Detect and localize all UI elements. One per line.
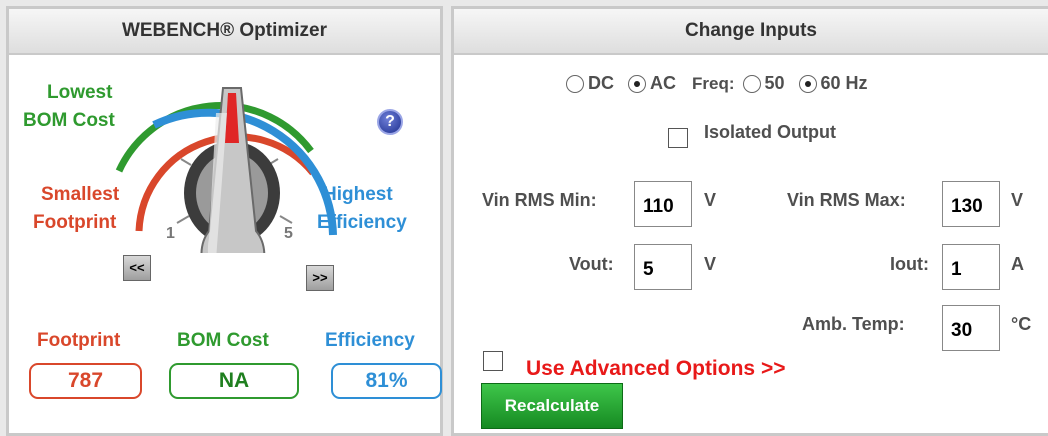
vout-unit: V (704, 254, 717, 274)
tick-mark (279, 215, 293, 224)
dc-radio[interactable] (566, 74, 584, 93)
tick-mark (176, 215, 190, 224)
vin-min-label: Vin RMS Min: (482, 190, 597, 210)
isolated-output-label: Isolated Output (704, 122, 836, 142)
efficiency-metric-label: Efficiency (325, 330, 415, 351)
vin-max-unit: V (1011, 190, 1024, 210)
vin-max-label: Vin RMS Max: (787, 190, 906, 210)
amb-temp-input[interactable]: 30 (942, 305, 1000, 351)
lowest-bom-label: Lowest (47, 79, 112, 107)
iout-unit: A (1011, 254, 1024, 274)
footprint-metric-label: Footprint (37, 330, 121, 351)
advanced-options-checkbox[interactable] (483, 351, 503, 371)
freq-50-radio[interactable] (742, 74, 761, 93)
vin-min-input[interactable]: 110 (634, 181, 692, 227)
footprint-value: 787 (29, 363, 142, 399)
decrease-button[interactable]: << (123, 255, 151, 281)
highest-label-line1: Highest (323, 184, 393, 205)
vin-max-input[interactable]: 130 (942, 181, 1000, 227)
optimizer-panel: WEBENCH® Optimizer Lowest BOM Cost Small… (6, 6, 443, 436)
iout-input[interactable]: 1 (942, 244, 1000, 290)
advanced-options-link[interactable]: Use Advanced Options >> (526, 357, 785, 381)
lowest-bom-label-line2: BOM Cost (23, 110, 115, 131)
help-icon[interactable]: ? (377, 109, 403, 135)
vin-min-unit: V (704, 190, 717, 210)
bom-cost-value: NA (169, 363, 299, 399)
ac-radio[interactable] (628, 74, 646, 93)
max-tick-label: 5 (284, 225, 293, 242)
bom-metric-label: BOM Cost (177, 330, 269, 351)
ac-label: AC (650, 73, 676, 93)
freq-60-radio[interactable] (798, 74, 817, 93)
freq-label: Freq: (692, 73, 735, 93)
mode-row: DC AC Freq: 50 60 Hz (566, 73, 868, 94)
tick-mark (180, 158, 192, 166)
inputs-panel: Change Inputs DC AC Freq: 50 60 Hz Isola… (451, 6, 1048, 436)
optimizer-title: WEBENCH® Optimizer (9, 9, 440, 55)
isolated-output-checkbox[interactable] (668, 128, 688, 148)
recalculate-button[interactable]: Recalculate (481, 383, 623, 429)
dc-label: DC (588, 73, 614, 93)
lowest-bom-line1: Lowest (47, 82, 113, 103)
amb-temp-label: Amb. Temp: (802, 314, 905, 334)
efficiency-value: 81% (331, 363, 442, 399)
amb-temp-unit: °C (1011, 314, 1032, 334)
smallest-label-line1: Smallest (41, 184, 120, 205)
iout-label: Iout: (890, 254, 929, 274)
freq-50-label: 50 (764, 73, 785, 93)
freq-60-label: 60 Hz (820, 73, 868, 93)
efficiency-dial-label: Efficiency (317, 212, 407, 233)
vout-input[interactable]: 5 (634, 244, 692, 290)
footprint-dial-label: Footprint (33, 212, 117, 233)
inputs-title: Change Inputs (454, 9, 1048, 55)
vout-label: Vout: (569, 254, 614, 274)
min-tick-label: 1 (166, 225, 175, 242)
increase-button[interactable]: >> (306, 265, 334, 291)
